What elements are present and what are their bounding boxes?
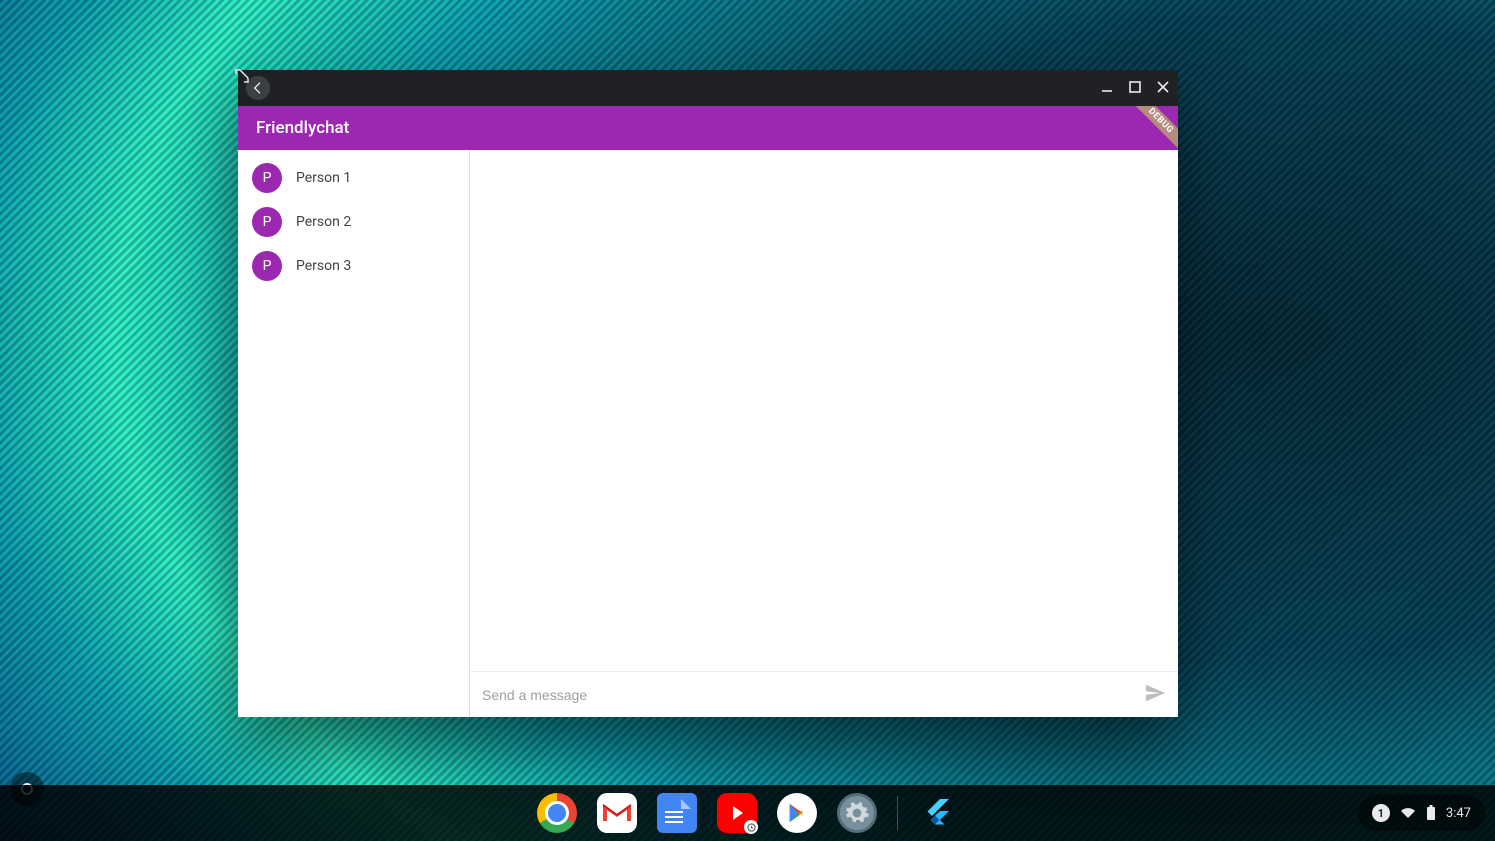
play-store-icon — [786, 802, 808, 824]
message-list[interactable] — [470, 150, 1178, 671]
message-input[interactable] — [482, 687, 1134, 703]
minimize-button[interactable] — [1100, 79, 1114, 98]
notification-count-badge: 1 — [1372, 804, 1390, 822]
app-window: Friendlychat DEBUG P Person 1 P Person 2… — [238, 70, 1178, 717]
window-titlebar[interactable] — [238, 70, 1178, 106]
contact-name: Person 1 — [296, 170, 351, 186]
chat-pane — [470, 150, 1178, 717]
status-tray[interactable]: 1 3:47 — [1358, 795, 1485, 831]
avatar: P — [252, 251, 282, 281]
desktop-wallpaper: Friendlychat DEBUG P Person 1 P Person 2… — [0, 0, 1495, 841]
app-title: Friendlychat — [256, 118, 349, 138]
contact-item[interactable]: P Person 1 — [238, 156, 469, 200]
debug-ribbon: DEBUG — [1120, 106, 1178, 150]
shelf-app-gmail[interactable] — [597, 793, 637, 833]
battery-icon — [1426, 805, 1436, 821]
avatar: P — [252, 207, 282, 237]
app-bar: Friendlychat DEBUG — [238, 106, 1178, 150]
contact-name: Person 2 — [296, 214, 351, 230]
shelf-divider — [897, 796, 898, 830]
flutter-icon — [922, 797, 954, 829]
shelf-app-play-store[interactable] — [777, 793, 817, 833]
maximize-button[interactable] — [1128, 79, 1142, 98]
shelf: 1 3:47 — [0, 785, 1495, 841]
shelf-app-chrome[interactable] — [537, 793, 577, 833]
message-composer — [470, 671, 1178, 717]
youtube-badge-icon — [744, 820, 758, 834]
close-button[interactable] — [1156, 79, 1170, 98]
window-resize-handle-icon[interactable] — [234, 68, 250, 88]
contact-name: Person 3 — [296, 258, 351, 274]
clock: 3:47 — [1446, 806, 1471, 821]
gear-icon — [844, 800, 870, 826]
shelf-app-flutter[interactable] — [918, 793, 958, 833]
contact-item[interactable]: P Person 2 — [238, 200, 469, 244]
contact-item[interactable]: P Person 3 — [238, 244, 469, 288]
avatar: P — [252, 163, 282, 193]
shelf-app-docs[interactable] — [657, 793, 697, 833]
shelf-app-youtube[interactable] — [717, 793, 757, 833]
shelf-app-settings[interactable] — [837, 793, 877, 833]
send-button[interactable] — [1144, 682, 1166, 708]
gmail-icon — [602, 802, 632, 824]
send-icon — [1144, 682, 1166, 704]
contacts-sidebar: P Person 1 P Person 2 P Person 3 — [238, 150, 470, 717]
wifi-icon — [1400, 807, 1416, 819]
